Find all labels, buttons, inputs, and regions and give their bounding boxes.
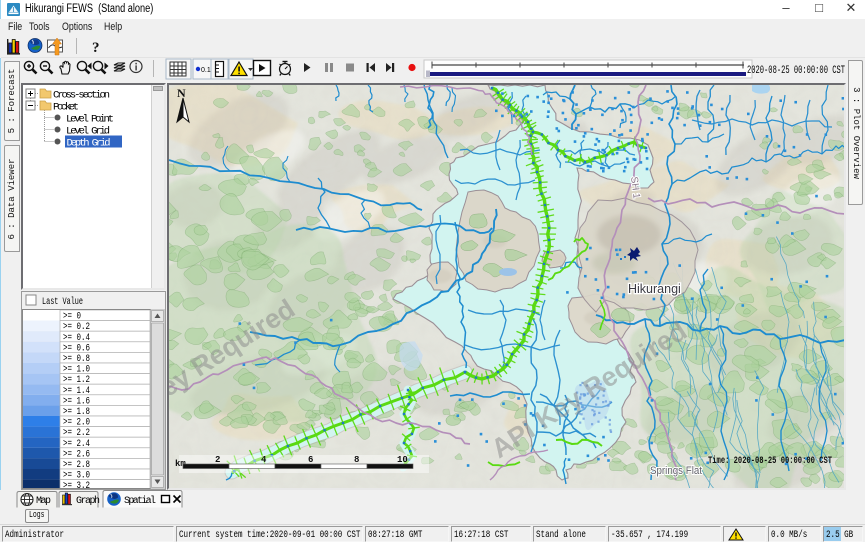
svg-text:Last Value: Last Value [42,296,83,308]
svg-text:Graph: Graph [76,495,100,507]
svg-text:10: 10 [397,455,408,465]
svg-text:2020-08-25 00:00:00 CST: 2020-08-25 00:00:00 CST [747,65,845,77]
svg-text:Time: 2020-08-25 00:00:00 CST: Time: 2020-08-25 00:00:00 CST [708,455,832,467]
svg-text:Hikurangi: Hikurangi [628,282,681,296]
svg-text:N: N [177,86,186,100]
svg-text:6: 6 [308,455,313,465]
svg-text:Level Point: Level Point [66,114,114,126]
svg-text:Springs Flat: Springs Flat [650,465,702,477]
svg-text:?: ? [92,40,100,56]
svg-text:2: 2 [215,455,220,465]
svg-text:0.1: 0.1 [201,67,211,74]
svg-text:8: 8 [354,455,359,465]
svg-text:Cross-section: Cross-section [53,90,110,102]
svg-text:4: 4 [261,455,267,465]
svg-text:Pocket: Pocket [53,102,79,114]
svg-text:Spatial: Spatial [124,495,156,507]
svg-text:Map: Map [36,496,51,507]
svg-text:Level Grid: Level Grid [66,126,110,138]
svg-text:>= 3.2: >= 3.2 [63,481,90,489]
svg-text:Depth Grid: Depth Grid [67,138,111,150]
